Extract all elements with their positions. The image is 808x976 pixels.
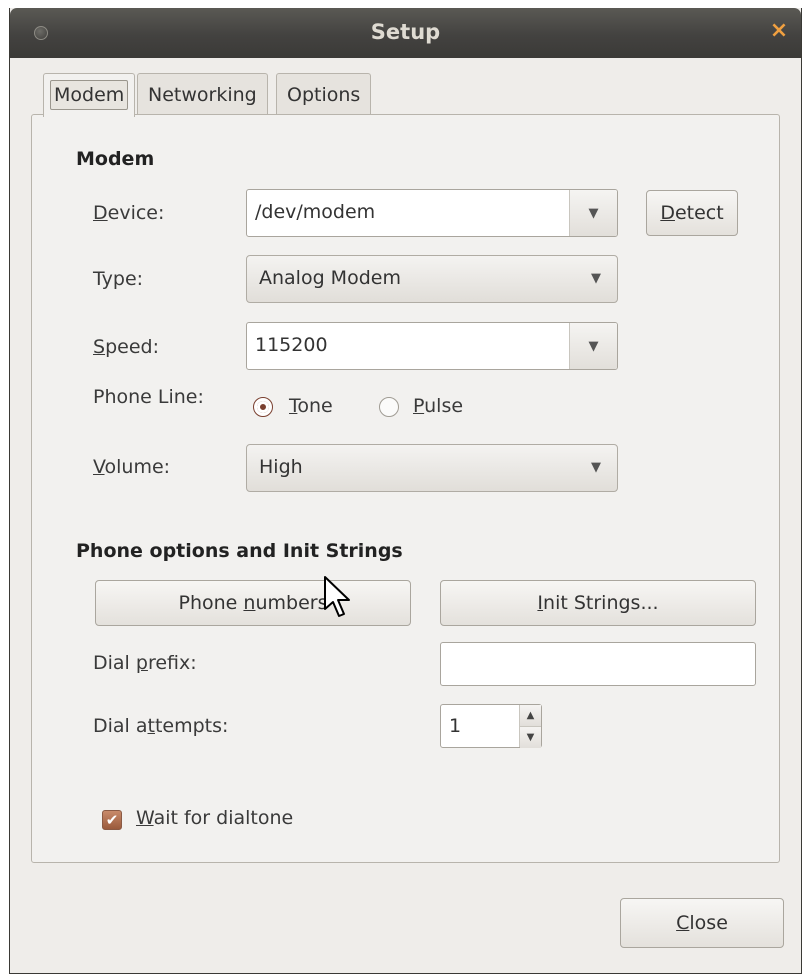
type-select[interactable]: Analog Modem ▼: [246, 255, 618, 303]
tone-radio[interactable]: [253, 397, 273, 417]
spin-up-icon[interactable]: ▲: [520, 705, 541, 727]
wait-dialtone-checkbox[interactable]: ✔: [102, 810, 122, 830]
chevron-down-icon: ▼: [591, 271, 601, 286]
type-value: Analog Modem: [259, 267, 401, 289]
pulse-radio[interactable]: [379, 397, 399, 417]
dial-attempts-label: Dial attempts:: [93, 715, 229, 737]
phone-section-title: Phone options and Init Strings: [76, 540, 403, 562]
speed-label: Speed:: [93, 336, 159, 358]
dial-prefix-input[interactable]: [440, 642, 756, 686]
tab-networking[interactable]: Networking: [137, 73, 268, 115]
window-title: Setup: [370, 20, 441, 44]
volume-value: High: [259, 456, 303, 478]
mouse-cursor-icon: [324, 576, 350, 617]
device-label: Device:: [93, 202, 165, 224]
chevron-down-icon: ▼: [588, 205, 599, 221]
tone-label[interactable]: Tone: [289, 395, 333, 417]
device-input[interactable]: /dev/modem: [247, 190, 569, 236]
tab-modem-label: Modem: [50, 80, 129, 110]
speed-dropdown-button[interactable]: ▼: [569, 323, 617, 369]
tab-options-label: Options: [287, 84, 361, 106]
speed-input[interactable]: 115200: [247, 323, 569, 369]
pulse-label[interactable]: Pulse: [413, 395, 463, 417]
phone-numbers-button[interactable]: Phone numbers: [95, 580, 411, 626]
tab-modem[interactable]: Modem: [43, 73, 136, 117]
modem-section-title: Modem: [76, 148, 155, 170]
type-label: Type:: [93, 268, 144, 290]
init-strings-button[interactable]: Init Strings...: [440, 580, 756, 626]
phone-line-label: Phone Line:: [93, 386, 204, 408]
dial-prefix-label: Dial prefix:: [93, 652, 197, 674]
dial-attempts-spinner[interactable]: 1 ▲ ▼: [440, 704, 542, 748]
spin-down-icon[interactable]: ▼: [520, 727, 541, 748]
tab-networking-label: Networking: [148, 84, 257, 106]
close-button[interactable]: Close: [620, 898, 784, 948]
speed-combo[interactable]: 115200 ▼: [246, 322, 618, 370]
device-dropdown-button[interactable]: ▼: [569, 190, 617, 236]
close-icon[interactable]: ×: [767, 18, 791, 44]
volume-label: Volume:: [93, 456, 171, 478]
device-combo[interactable]: /dev/modem ▼: [246, 189, 618, 237]
tab-options[interactable]: Options: [276, 73, 372, 115]
titlebar: Setup ×: [10, 8, 801, 58]
dial-attempts-value[interactable]: 1: [441, 705, 519, 747]
detect-button[interactable]: Detect: [646, 190, 738, 236]
chevron-down-icon: ▼: [591, 460, 601, 475]
wait-dialtone-label[interactable]: Wait for dialtone: [136, 807, 293, 829]
checkmark-icon: ✔: [105, 811, 119, 829]
volume-select[interactable]: High ▼: [246, 444, 618, 492]
chevron-down-icon: ▼: [588, 338, 599, 354]
